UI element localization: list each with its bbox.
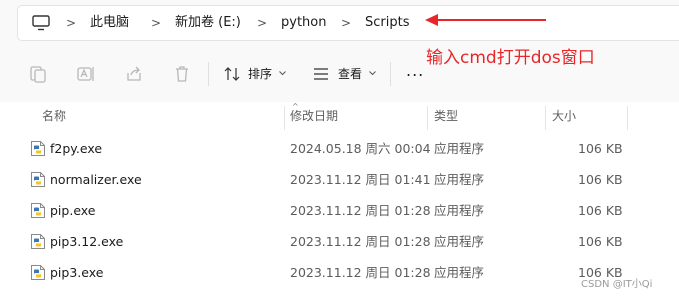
view-button[interactable]: 查看	[311, 64, 379, 84]
file-size: 106 KB	[578, 141, 623, 156]
file-row[interactable]: pip3.12.exe 2023.11.12 周日 01:28 应用程序 106…	[0, 230, 679, 254]
file-list: ^ 名称 修改日期 类型 大小 f2py.exe 2024.05.18 周六 0…	[0, 102, 679, 300]
column-divider[interactable]	[627, 106, 628, 130]
file-size: 106 KB	[578, 203, 623, 218]
copy-icon[interactable]	[28, 64, 48, 84]
file-name: pip3.12.exe	[50, 234, 124, 249]
file-row[interactable]: f2py.exe 2024.05.18 周六 00:04 应用程序 106 KB	[0, 137, 679, 161]
column-divider[interactable]	[284, 106, 285, 130]
column-divider[interactable]	[427, 106, 428, 130]
file-name: f2py.exe	[50, 141, 103, 156]
file-type: 应用程序	[434, 234, 485, 249]
file-name: pip.exe	[50, 203, 96, 218]
file-modified: 2023.11.12 周日 01:28	[290, 203, 431, 218]
python-exe-icon	[31, 234, 45, 249]
breadcrumb-separator[interactable]: >	[341, 15, 351, 31]
column-divider[interactable]	[545, 106, 546, 130]
file-row[interactable]: pip3.exe 2023.11.12 周日 01:28 应用程序 106 KB	[0, 261, 679, 285]
toolbar-divider	[208, 62, 209, 86]
rename-icon[interactable]	[76, 64, 96, 84]
python-exe-icon	[31, 265, 45, 280]
breadcrumb-scripts[interactable]: Scripts	[365, 15, 409, 31]
file-size: 106 KB	[578, 234, 623, 249]
file-name: pip3.exe	[50, 265, 104, 280]
file-modified: 2023.11.12 周日 01:28	[290, 265, 431, 280]
file-modified: 2024.05.18 周六 00:04	[290, 141, 431, 156]
python-exe-icon	[31, 141, 45, 156]
python-exe-icon	[31, 203, 45, 218]
sort-icon	[224, 67, 240, 81]
annotation-text: 输入cmd打开dos窗口	[426, 48, 595, 68]
view-label: 查看	[338, 67, 363, 81]
file-size: 106 KB	[578, 172, 623, 187]
sort-button[interactable]: 排序	[222, 64, 290, 84]
breadcrumb-separator[interactable]: >	[66, 15, 76, 31]
address-bar[interactable]: > 此电脑 > 新加卷 (E:) > python > Scripts	[17, 5, 679, 41]
file-type: 应用程序	[434, 141, 485, 156]
annotation-arrow	[425, 14, 546, 26]
column-header-type[interactable]: 类型	[434, 108, 458, 124]
file-row[interactable]: normalizer.exe 2023.11.12 周日 01:41 应用程序 …	[0, 168, 679, 192]
breadcrumb-separator[interactable]: >	[257, 15, 267, 31]
chevron-down-icon	[369, 71, 376, 76]
watermark: CSDN @IT小Qi	[581, 279, 653, 290]
column-header-modified[interactable]: 修改日期	[290, 108, 338, 124]
file-modified: 2023.11.12 周日 01:28	[290, 234, 431, 249]
toolbar-divider	[390, 62, 391, 86]
breadcrumb-separator[interactable]: >	[151, 15, 161, 31]
breadcrumb-python[interactable]: python	[281, 15, 326, 31]
column-header-size[interactable]: 大小	[552, 108, 576, 124]
more-options-button[interactable]: ...	[406, 63, 426, 84]
view-list-icon	[314, 68, 328, 80]
column-header-name[interactable]: 名称	[42, 108, 66, 124]
file-modified: 2023.11.12 周日 01:41	[290, 172, 431, 187]
file-row[interactable]: pip.exe 2023.11.12 周日 01:28 应用程序 106 KB	[0, 199, 679, 223]
python-exe-icon	[31, 172, 45, 187]
file-type: 应用程序	[434, 203, 485, 218]
file-name: normalizer.exe	[50, 172, 142, 187]
file-type: 应用程序	[434, 172, 485, 187]
chevron-down-icon	[279, 71, 286, 76]
this-pc-icon[interactable]	[32, 15, 50, 31]
breadcrumb-drive[interactable]: 新加卷 (E:)	[175, 15, 241, 31]
file-type: 应用程序	[434, 265, 485, 280]
breadcrumb-this-pc[interactable]: 此电脑	[90, 15, 129, 31]
share-icon[interactable]	[124, 64, 144, 84]
sort-label: 排序	[248, 67, 273, 81]
delete-icon[interactable]	[172, 64, 192, 84]
